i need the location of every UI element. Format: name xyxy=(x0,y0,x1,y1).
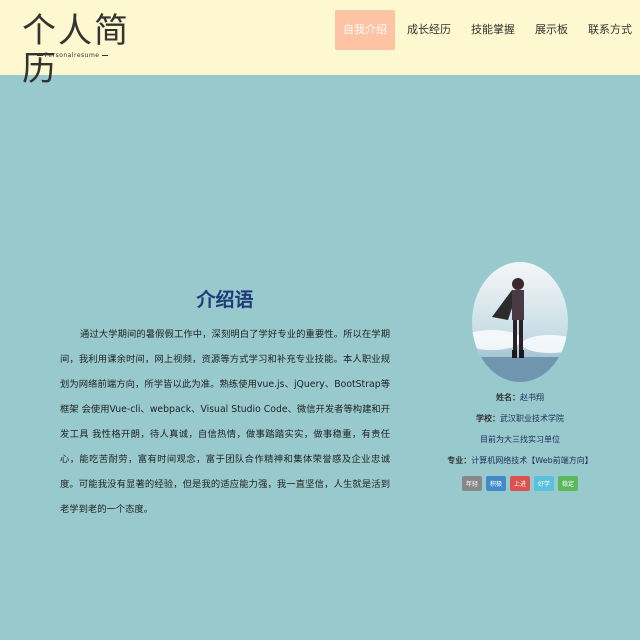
internship-text: 目前为大三找实习单位 xyxy=(480,435,560,444)
profile-major: 专业：计算机网络技术【Web前端方向】 xyxy=(430,455,610,466)
nav-item-showcase[interactable]: 展示板 xyxy=(527,10,576,50)
nav-item-growth[interactable]: 成长经历 xyxy=(399,10,459,50)
tag-list: 年轻 积极 上进 好学 稳定 xyxy=(430,476,610,491)
profile-name: 姓名：赵书翔 xyxy=(430,392,610,403)
major-value: 计算机网络技术【Web前端方向】 xyxy=(471,456,593,465)
tag-studious[interactable]: 好学 xyxy=(534,476,555,491)
profile-school: 学校：武汉职业技术学院 xyxy=(430,413,610,424)
major-label: 专业： xyxy=(447,456,472,465)
profile-card: 姓名：赵书翔 学校：武汉职业技术学院 目前为大三找实习单位 专业：计算机网络技术… xyxy=(430,262,610,491)
tag-positive[interactable]: 积极 xyxy=(485,476,506,491)
profile-internship: 目前为大三找实习单位 xyxy=(430,434,610,445)
site-logo[interactable]: 个人简历 Personalresume xyxy=(22,12,132,88)
tag-stable[interactable]: 稳定 xyxy=(558,476,579,491)
school-label: 学校： xyxy=(476,414,500,423)
logo-subtitle: Personalresume xyxy=(22,52,122,59)
nav-item-intro[interactable]: 自我介绍 xyxy=(335,10,395,50)
header: 个人简历 Personalresume 自我介绍 成长经历 技能掌握 展示板 联… xyxy=(0,0,640,88)
intro-text: 通过大学期间的暑假假工作中，深刻明白了学好专业的重要性。所以在学期间，我利用课余… xyxy=(60,329,390,515)
logo-title: 个人简历 xyxy=(22,11,130,89)
intro-section: 介绍语 通过大学期间的暑假假工作中，深刻明白了学好专业的重要性。所以在学期间，我… xyxy=(60,285,390,522)
name-label: 姓名： xyxy=(496,393,520,402)
nav-item-contact[interactable]: 联系方式 xyxy=(580,10,640,50)
tag-young[interactable]: 年轻 xyxy=(461,476,482,491)
name-value: 赵书翔 xyxy=(520,393,544,402)
school-value: 武汉职业技术学院 xyxy=(500,414,564,423)
nav-item-skills[interactable]: 技能掌握 xyxy=(463,10,523,50)
avatar xyxy=(472,262,568,382)
intro-title: 介绍语 xyxy=(196,289,254,311)
tag-ambitious[interactable]: 上进 xyxy=(509,476,530,491)
main-nav: 自我介绍 成长经历 技能掌握 展示板 联系方式 xyxy=(331,10,640,50)
